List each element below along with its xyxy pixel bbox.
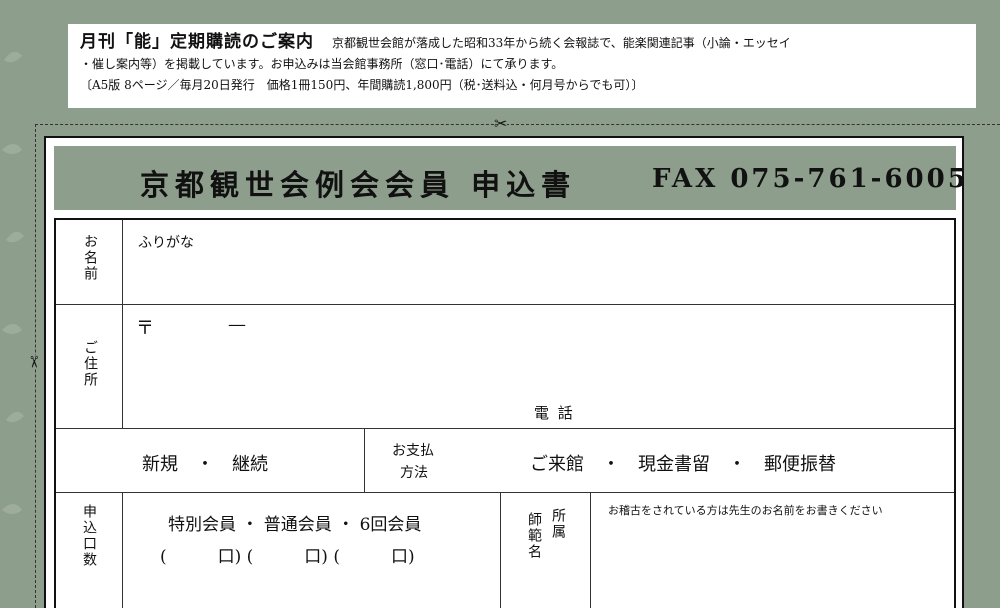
payment-label-1: お支払 bbox=[392, 443, 434, 459]
cut-line-horizontal bbox=[35, 124, 1000, 125]
member-types[interactable]: 特別会員 ・ 普通会員 ・ 6回会員 bbox=[168, 510, 421, 535]
notice-text-1: 京都観世会館が落成した昭和33年から続く会報誌で、能楽関連記事（小論・エッセイ bbox=[332, 36, 791, 50]
address-field[interactable] bbox=[123, 305, 956, 405]
form-header: 京都観世会例会会員 申込書 FAX 075-761-6005 bbox=[54, 146, 966, 210]
payment-label-2: 方法 bbox=[400, 465, 428, 481]
teacher-label-2: 師範名 bbox=[526, 512, 542, 560]
fax-number: FAX 075-761-6005 bbox=[652, 164, 969, 194]
member-units[interactable]: ( 口) ( 口) ( 口) bbox=[160, 542, 415, 567]
subscription-notice: 月刊「能」定期購読のご案内 京都観世会館が落成した昭和33年から続く会報誌で、能楽… bbox=[68, 24, 976, 108]
leaf-pattern-decoration bbox=[2, 51, 24, 514]
teacher-divider bbox=[500, 492, 501, 608]
row-divider bbox=[56, 492, 954, 493]
teacher-name-field[interactable] bbox=[591, 520, 956, 608]
notice-text-3: 〔A5版 8ページ／毎月20日発行 価格1冊150円、年間購読1,800円（税･… bbox=[80, 78, 644, 92]
teacher-note: お稽古をされている方は先生のお名前をお書きください bbox=[608, 504, 883, 517]
teacher-label-1: 所属 bbox=[550, 508, 566, 540]
payment-divider bbox=[364, 428, 365, 492]
phone-label: 電 話 bbox=[534, 404, 575, 422]
notice-text-2: ・催し案内等）を掲載しています。お申込みは当会館事務所（窓口･電話）にて承ります… bbox=[80, 57, 564, 71]
scissors-icon: ✂ bbox=[24, 355, 44, 369]
address-label: ご住所 bbox=[82, 340, 98, 388]
row-divider bbox=[56, 428, 954, 429]
form-grid: お名前 ふりがな ご住所 〒 — 電 話 新規 ・ 継続 お支払 方法 ご来館 … bbox=[54, 218, 956, 608]
name-label: お名前 bbox=[82, 234, 98, 282]
label-column-divider bbox=[122, 492, 123, 608]
notice-first-line: 月刊「能」定期購読のご案内 京都観世会館が落成した昭和33年から続く会報誌で、能楽… bbox=[80, 32, 964, 54]
scissors-icon: ✂ bbox=[494, 114, 508, 133]
new-renew-options[interactable]: 新規 ・ 継続 bbox=[142, 450, 268, 476]
payment-options[interactable]: ご来館 ・ 現金書留 ・ 郵便振替 bbox=[530, 450, 836, 476]
notice-title: 月刊「能」定期購読のご案内 bbox=[80, 32, 314, 52]
form-title: 京都観世会例会会員 申込書 bbox=[140, 168, 577, 202]
count-label: 申込口数 bbox=[81, 504, 97, 568]
name-field[interactable] bbox=[123, 220, 956, 304]
